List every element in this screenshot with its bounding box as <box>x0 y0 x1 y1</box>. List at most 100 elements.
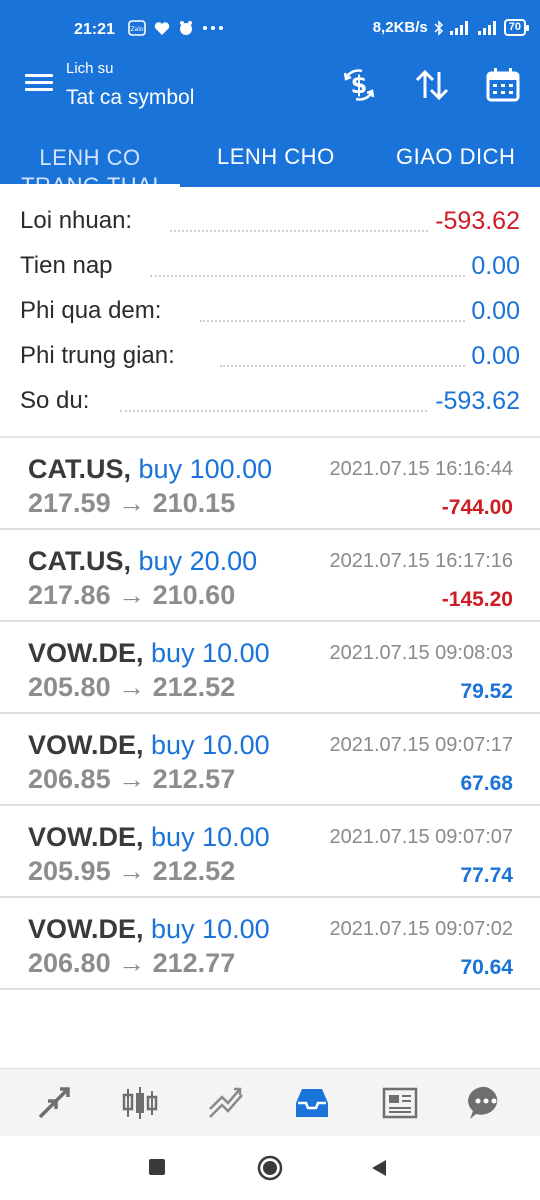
summary-value: 0.00 <box>465 252 520 281</box>
close-price: 210.60 <box>152 580 236 610</box>
trade-time: 2021.07.15 09:08:03 <box>329 642 513 664</box>
dotted-leader <box>220 365 465 367</box>
trade-symbol: CAT.US, <box>28 454 132 484</box>
sort-icon[interactable] <box>413 66 451 104</box>
tab-lenh-cho[interactable]: LENH CHO <box>217 144 335 170</box>
history-icon[interactable] <box>292 1083 332 1123</box>
dotted-leader <box>150 275 465 277</box>
trade-prices: 217.59 → 210.15 <box>28 488 235 519</box>
trade-row[interactable]: VOW.DE, buy 10.00 2021.07.15 09:07:02 20… <box>0 898 540 990</box>
trade-time: 2021.07.15 09:07:02 <box>329 918 513 940</box>
notification-icons: Zalo <box>128 20 224 36</box>
trade-row[interactable]: CAT.US, buy 100.00 2021.07.15 16:16:44 2… <box>0 438 540 530</box>
close-price: 212.52 <box>152 672 236 702</box>
close-price: 210.15 <box>152 488 236 518</box>
arrow-icon: → <box>118 580 146 610</box>
arrow-icon: → <box>118 764 146 794</box>
summary-value: -593.62 <box>429 387 520 416</box>
dotted-leader <box>170 230 460 232</box>
bottom-navigation <box>0 1068 540 1136</box>
trade-time: 2021.07.15 16:16:44 <box>329 458 513 480</box>
app-icon <box>180 21 192 35</box>
trade-profit: -744.00 <box>441 496 513 519</box>
signal-icon-2 <box>477 20 496 35</box>
svg-text:Zalo: Zalo <box>130 26 143 33</box>
trade-prices: 205.95 → 212.52 <box>28 856 235 887</box>
trade-symbol-line: VOW.DE, buy 10.00 <box>28 638 270 669</box>
close-price: 212.57 <box>152 764 236 794</box>
trade-symbol-line: CAT.US, buy 100.00 <box>28 454 272 485</box>
trade-profit: 79.52 <box>460 680 513 703</box>
status-right: 8,2KB/s 70 <box>372 19 530 36</box>
trade-symbol: VOW.DE, <box>28 730 144 760</box>
trade-symbol: VOW.DE, <box>28 638 144 668</box>
row-divider <box>0 988 540 990</box>
chat-icon[interactable] <box>466 1083 506 1123</box>
tab-giao-dich[interactable]: GIAO DICH <box>396 144 515 170</box>
quotes-icon[interactable] <box>34 1083 74 1123</box>
trade-profit: 77.74 <box>460 864 513 887</box>
trade-row[interactable]: VOW.DE, buy 10.00 2021.07.15 09:07:07 20… <box>0 806 540 898</box>
trade-prices: 205.80 → 212.52 <box>28 672 235 703</box>
summary-value: 0.00 <box>465 342 520 371</box>
currency-icon[interactable]: $ <box>340 66 378 104</box>
arrow-icon: → <box>118 856 146 886</box>
open-price: 205.80 <box>28 672 111 702</box>
summary-value: -593.62 <box>429 207 520 236</box>
dotted-leader <box>120 410 435 412</box>
tab-lenh-co-trang-thai[interactable]: LENH CO TRANG THAI <box>15 144 165 187</box>
close-price: 212.52 <box>152 856 236 886</box>
status-time: 21:21 <box>74 21 115 38</box>
toolbar: Lich su Tat ca symbol $ <box>0 60 540 122</box>
calendar-icon[interactable] <box>484 66 522 104</box>
trade-symbol-line: CAT.US, buy 20.00 <box>28 546 257 577</box>
trade-row[interactable]: VOW.DE, buy 10.00 2021.07.15 09:07:17 20… <box>0 714 540 806</box>
summary-label: Tien nap <box>20 252 117 280</box>
summary-label: Loi nhuan: <box>20 207 137 235</box>
summary-row-profit: Loi nhuan: -593.62 <box>0 200 540 245</box>
summary-row-balance: So du: -593.62 <box>0 380 540 425</box>
trade-symbol: VOW.DE, <box>28 914 144 944</box>
trade-profit: 70.64 <box>460 956 513 979</box>
trade-profit: 67.68 <box>460 772 513 795</box>
trade-side: buy 10.00 <box>151 730 270 760</box>
summary-row-deposit: Tien nap 0.00 <box>0 245 540 290</box>
summary-label: So du: <box>20 387 94 415</box>
trade-prices: 206.85 → 212.57 <box>28 764 235 795</box>
news-icon[interactable] <box>380 1083 420 1123</box>
dotted-leader <box>200 320 465 322</box>
open-price: 206.80 <box>28 948 111 978</box>
trade-side: buy 10.00 <box>151 638 270 668</box>
toolbar-subtitle: Lich su <box>66 60 114 77</box>
trade-side: buy 20.00 <box>138 546 258 576</box>
network-speed: 8,2KB/s <box>372 19 428 36</box>
back-button[interactable] <box>370 1158 388 1178</box>
status-bar: 21:21 Zalo 8,2KB/s 70 <box>0 0 540 60</box>
battery-icon: 70 <box>503 19 530 36</box>
summary-label: Phi trung gian: <box>20 342 179 370</box>
arrow-icon: → <box>118 488 146 518</box>
trade-row[interactable]: CAT.US, buy 20.00 2021.07.15 16:17:16 21… <box>0 530 540 622</box>
trade-row[interactable]: VOW.DE, buy 10.00 2021.07.15 09:08:03 20… <box>0 622 540 714</box>
system-navigation-bar <box>0 1136 540 1200</box>
trade-symbol: VOW.DE, <box>28 822 144 852</box>
summary-row-swap: Phi qua dem: 0.00 <box>0 290 540 335</box>
trade-icon[interactable] <box>206 1083 246 1123</box>
recent-apps-button[interactable] <box>148 1158 166 1176</box>
close-price: 212.77 <box>152 948 236 978</box>
home-button[interactable] <box>256 1154 284 1182</box>
chart-icon[interactable] <box>120 1083 160 1123</box>
summary-panel: Loi nhuan: -593.62 Tien nap 0.00 Phi qua… <box>0 200 540 425</box>
menu-icon[interactable] <box>25 71 53 95</box>
toolbar-title[interactable]: Tat ca symbol <box>66 86 194 110</box>
trade-time: 2021.07.15 09:07:17 <box>329 734 513 756</box>
trade-prices: 206.80 → 212.77 <box>28 948 235 979</box>
summary-label: Phi qua dem: <box>20 297 166 325</box>
trade-side: buy 10.00 <box>151 914 270 944</box>
heart-icon <box>154 21 170 35</box>
trade-symbol: CAT.US, <box>28 546 132 576</box>
open-price: 217.59 <box>28 488 111 518</box>
open-price: 217.86 <box>28 580 111 610</box>
zalo-icon: Zalo <box>128 20 146 36</box>
svg-text:$: $ <box>351 71 368 99</box>
